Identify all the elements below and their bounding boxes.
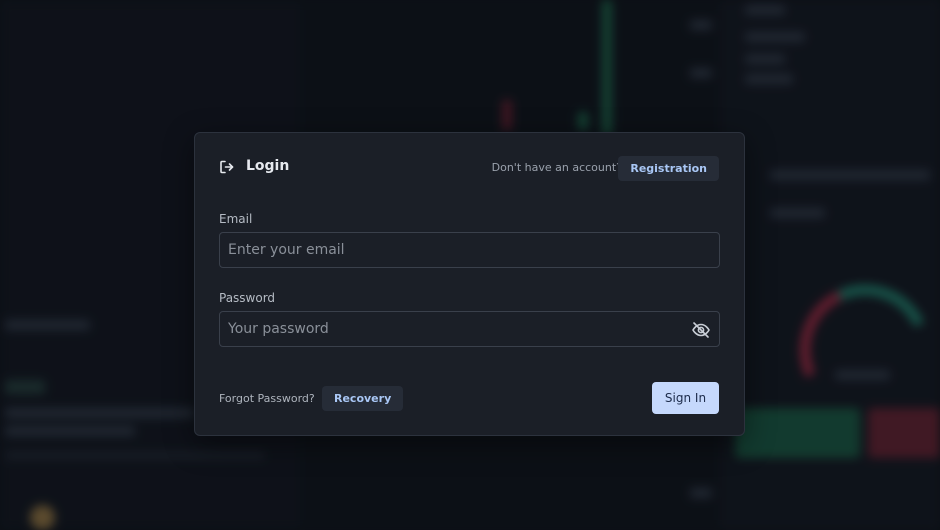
password-field-wrapper bbox=[219, 311, 720, 347]
email-field[interactable] bbox=[220, 233, 719, 267]
recovery-button[interactable]: Recovery bbox=[322, 386, 404, 411]
email-field-wrapper bbox=[219, 232, 720, 268]
no-account-prompt: Don't have an account? bbox=[491, 161, 622, 174]
email-label: Email bbox=[219, 212, 253, 226]
registration-button[interactable]: Registration bbox=[618, 156, 719, 181]
password-label: Password bbox=[219, 291, 276, 305]
modal-title: Login bbox=[246, 158, 290, 174]
eye-off-icon[interactable] bbox=[691, 320, 711, 340]
login-arrow-icon bbox=[219, 159, 235, 175]
sign-in-button[interactable]: Sign In bbox=[652, 382, 719, 414]
login-modal: Login Don't have an account? Registratio… bbox=[194, 132, 745, 436]
forgot-password-prompt: Forgot Password? bbox=[219, 392, 315, 405]
password-field[interactable] bbox=[220, 312, 719, 346]
